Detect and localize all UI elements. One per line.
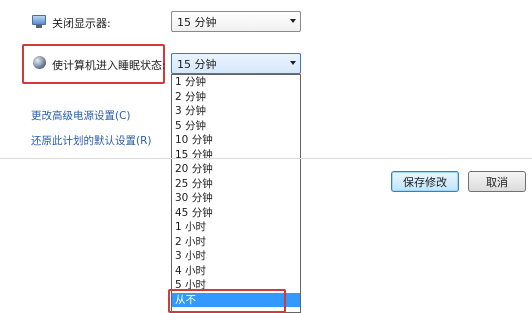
dropdown-option[interactable]: 25 分钟 bbox=[172, 177, 300, 192]
dropdown-option[interactable]: 2 分钟 bbox=[172, 90, 300, 105]
dropdown-option[interactable]: 2 小时 bbox=[172, 235, 300, 250]
never-annotation-box bbox=[168, 289, 286, 313]
sleep-label: 使计算机进入睡眠状态: bbox=[52, 59, 166, 72]
dropdown-option[interactable]: 15 分钟 bbox=[172, 148, 300, 163]
dropdown-option[interactable]: 45 分钟 bbox=[172, 206, 300, 221]
monitor-icon bbox=[32, 15, 46, 28]
sleep-select[interactable]: 15 分钟 bbox=[171, 53, 301, 74]
sleep-dropdown-list[interactable]: 1 分钟 2 分钟 3 分钟 5 分钟 10 分钟 15 分钟 20 分钟 25… bbox=[171, 74, 301, 313]
dropdown-option[interactable]: 1 小时 bbox=[172, 220, 300, 235]
dropdown-option[interactable]: 5 分钟 bbox=[172, 119, 300, 134]
dropdown-option[interactable]: 10 分钟 bbox=[172, 133, 300, 148]
chevron-down-icon bbox=[290, 19, 296, 23]
dropdown-option[interactable]: 30 分钟 bbox=[172, 191, 300, 206]
restore-defaults-link[interactable]: 还原此计划的默认设置(R) bbox=[31, 133, 152, 148]
dropdown-option[interactable]: 20 分钟 bbox=[172, 162, 300, 177]
dropdown-option[interactable]: 3 分钟 bbox=[172, 104, 300, 119]
dropdown-option[interactable]: 1 分钟 bbox=[172, 75, 300, 90]
display-off-select[interactable]: 15 分钟 bbox=[171, 11, 301, 32]
divider bbox=[0, 158, 532, 159]
save-button[interactable]: 保存修改 bbox=[391, 171, 459, 192]
dropdown-option[interactable]: 4 小时 bbox=[172, 264, 300, 279]
advanced-settings-link[interactable]: 更改高级电源设置(C) bbox=[31, 108, 131, 123]
display-off-value: 15 分钟 bbox=[177, 15, 217, 29]
moon-icon bbox=[33, 56, 46, 69]
display-off-label: 关闭显示器: bbox=[52, 17, 111, 30]
cancel-button[interactable]: 取消 bbox=[468, 171, 526, 192]
dropdown-option[interactable]: 3 小时 bbox=[172, 249, 300, 264]
sleep-value: 15 分钟 bbox=[177, 57, 217, 71]
chevron-down-icon bbox=[290, 61, 296, 65]
